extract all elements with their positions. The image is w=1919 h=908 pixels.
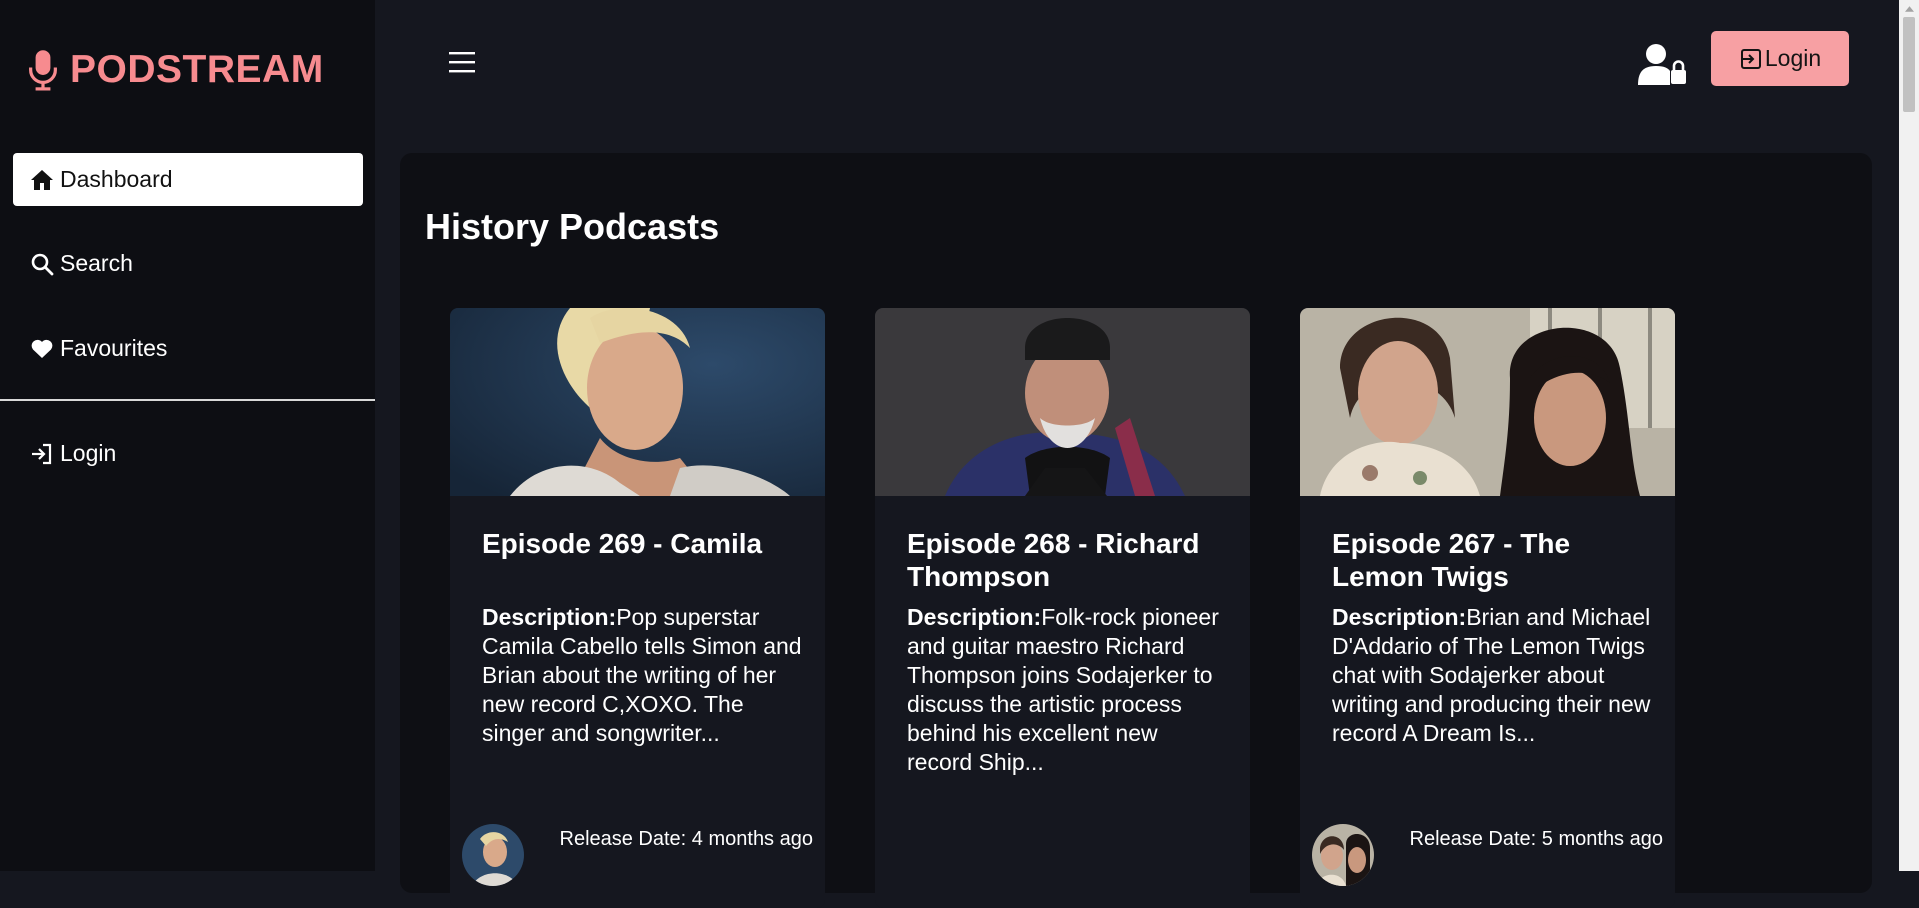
sidebar-item-favourites[interactable]: Favourites (13, 322, 363, 375)
podcast-card[interactable]: Episode 268 - Richard Thompson Descripti… (875, 308, 1250, 908)
brand-logo[interactable]: PODSTREAM (28, 48, 324, 92)
heart-icon (31, 339, 53, 358)
episode-description: Description:Pop superstar Camila Cabello… (482, 603, 802, 748)
scrollbar-track[interactable] (1899, 0, 1919, 871)
user-lock-icon[interactable] (1638, 43, 1688, 85)
sidebar-item-label: Search (60, 250, 133, 276)
episode-title[interactable]: Episode 268 - Richard Thompson (907, 527, 1227, 593)
episode-thumbnail (450, 308, 825, 496)
brand-name: PODSTREAM (70, 48, 324, 91)
scrollbar-thumb[interactable] (1903, 17, 1915, 112)
avatar (462, 824, 524, 886)
login-icon (1740, 48, 1761, 69)
avatar (1312, 824, 1374, 886)
scroll-up-icon[interactable] (1899, 0, 1919, 17)
description-label: Description: (907, 604, 1042, 630)
podcast-card[interactable]: Episode 267 - The Lemon Twigs Descriptio… (1300, 308, 1675, 908)
description-label: Description: (1332, 604, 1467, 630)
podcast-card[interactable]: Episode 269 - Camila Description:Pop sup… (450, 308, 825, 908)
description-label: Description: (482, 604, 617, 630)
sidebar-divider (0, 399, 375, 401)
login-icon (32, 443, 52, 464)
sidebar-item-label: Favourites (60, 335, 168, 361)
episode-description: Description:Folk-rock pioneer and guitar… (907, 603, 1227, 777)
episode-thumbnail (1300, 308, 1675, 496)
episode-title[interactable]: Episode 267 - The Lemon Twigs (1332, 527, 1652, 593)
menu-icon[interactable] (449, 50, 475, 74)
search-icon (31, 253, 54, 275)
sidebar-item-login[interactable]: Login (13, 427, 363, 480)
microphone-icon (29, 50, 57, 91)
release-date: Release Date: 5 months ago (1409, 828, 1664, 850)
login-button-label: Login (1764, 45, 1822, 71)
sidebar-item-label: Login (60, 440, 117, 466)
login-button[interactable]: Login (1711, 31, 1849, 86)
home-icon (31, 169, 53, 190)
episode-description: Description:Brian and Michael D'Addario … (1332, 603, 1652, 748)
sidebar-item-search[interactable]: Search (13, 237, 363, 290)
sidebar-item-dashboard[interactable]: Dashboard (13, 153, 363, 206)
sidebar-item-label: Dashboard (60, 166, 173, 192)
sidebar: PODSTREAM Dashboard Search Favourites Lo… (0, 0, 375, 871)
section-title: History Podcasts (425, 206, 720, 247)
episode-title[interactable]: Episode 269 - Camila (482, 527, 802, 560)
release-date: Release Date: 4 months ago (559, 828, 814, 850)
episode-thumbnail (875, 308, 1250, 496)
